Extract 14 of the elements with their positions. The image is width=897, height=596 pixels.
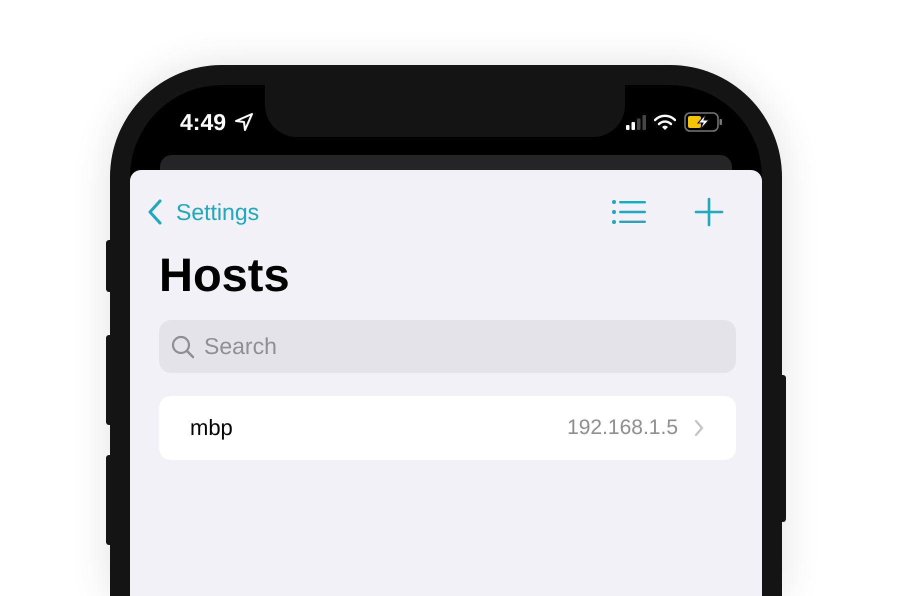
search-field[interactable]: Search [159,320,736,373]
signal-icon [626,114,646,130]
status-time: 4:49 [180,108,226,136]
battery-charging-icon [684,112,724,132]
list-icon[interactable] [612,200,646,224]
chevron-right-icon [694,419,704,437]
host-name: mbp [190,415,234,441]
add-icon[interactable] [694,197,724,227]
page-title: Hosts [159,247,291,303]
host-row[interactable]: mbp 192.168.1.5 [159,396,736,460]
host-address: 192.168.1.5 [567,416,678,440]
chevron-left-icon [148,199,162,225]
location-arrow-icon [234,112,254,132]
wifi-icon [654,114,676,130]
